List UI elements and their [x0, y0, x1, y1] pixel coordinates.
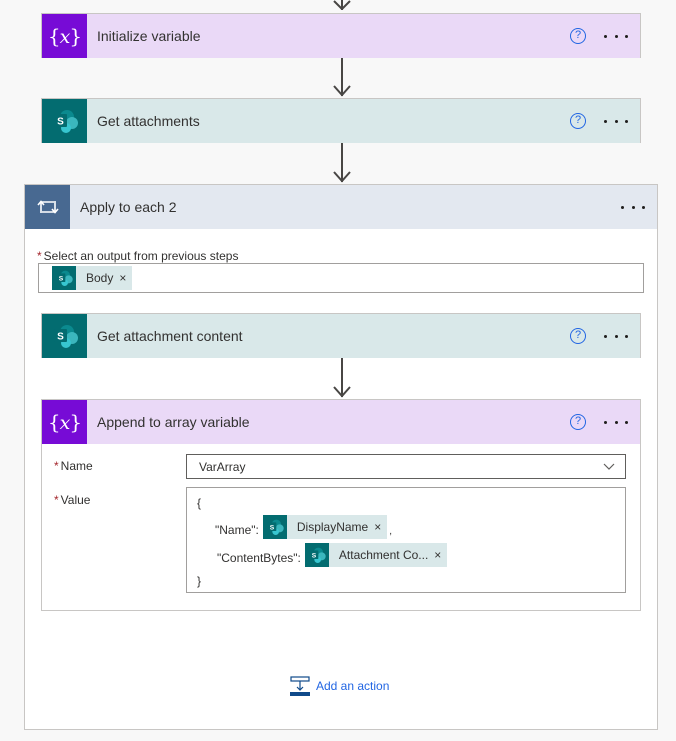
more-options-icon[interactable]: [604, 34, 628, 38]
svg-text:S: S: [57, 332, 64, 343]
append-header[interactable]: {x} Append to array variable ?: [42, 400, 640, 444]
svg-text:S: S: [270, 524, 275, 531]
value-editor[interactable]: { "Name": S DisplayName × , "ContentByte…: [186, 487, 626, 593]
required-marker: *: [54, 459, 59, 473]
sharepoint-icon: S: [52, 266, 76, 290]
step-title: Append to array variable: [97, 414, 250, 430]
svg-text:S: S: [59, 275, 64, 282]
sharepoint-icon: S: [42, 99, 87, 143]
add-an-action-label: Add an action: [316, 679, 390, 693]
token-body[interactable]: S Body ×: [52, 266, 133, 290]
select-output-label: * Select an output from previous steps: [37, 249, 238, 263]
help-icon[interactable]: ?: [570, 113, 586, 129]
token-attachment-content[interactable]: S Attachment Co... ×: [304, 543, 448, 567]
token-displayname[interactable]: S DisplayName ×: [262, 515, 388, 539]
step-title: Initialize variable: [97, 28, 201, 44]
help-icon[interactable]: ?: [570, 414, 586, 430]
more-options-icon[interactable]: [604, 420, 628, 424]
name-dropdown[interactable]: VarArray: [186, 454, 626, 479]
value-label-text: Value: [60, 493, 91, 507]
connector-arrow: [332, 358, 352, 399]
remove-token-icon[interactable]: ×: [119, 271, 132, 285]
loop-icon: [25, 185, 70, 229]
code-line-name: "Name": S DisplayName × ,: [215, 515, 392, 539]
token-label: Body: [86, 271, 114, 285]
token-label: Attachment Co...: [338, 548, 429, 562]
help-icon[interactable]: ?: [570, 328, 586, 344]
step-initialize-variable[interactable]: {x} Initialize variable ?: [41, 13, 641, 58]
step-append-to-array-variable: {x} Append to array variable ? * Name Var…: [41, 399, 641, 611]
select-output-label-text: Select an output from previous steps: [43, 249, 239, 263]
step-get-attachment-content[interactable]: S Get attachment content ?: [41, 313, 641, 358]
code-key: "ContentBytes":: [217, 550, 301, 565]
name-dropdown-value: VarArray: [199, 460, 246, 474]
required-marker: *: [37, 249, 42, 263]
remove-token-icon[interactable]: ×: [434, 548, 447, 562]
connector-arrow: [332, 143, 352, 184]
variable-icon: {x}: [42, 400, 87, 444]
connector-arrow: [332, 58, 352, 98]
code-open-brace: {: [197, 496, 202, 510]
token-label: DisplayName: [296, 520, 369, 534]
sharepoint-icon: S: [42, 314, 87, 358]
code-key: "Name":: [215, 522, 259, 537]
svg-text:S: S: [312, 552, 317, 559]
more-options-icon[interactable]: [621, 205, 645, 209]
more-options-icon[interactable]: [604, 334, 628, 338]
help-icon[interactable]: ?: [570, 28, 586, 44]
loop-title: Apply to each 2: [80, 199, 177, 215]
add-action-icon: [290, 676, 310, 696]
code-line-contentbytes: "ContentBytes": S Attachment Co... ×: [217, 543, 448, 567]
sharepoint-icon: S: [304, 543, 329, 567]
more-options-icon[interactable]: [604, 119, 628, 123]
step-get-attachments[interactable]: S Get attachments ?: [41, 98, 641, 143]
value-label: * Value: [54, 493, 90, 507]
connector-arrow: [332, 0, 352, 13]
add-an-action-button[interactable]: Add an action: [290, 676, 389, 696]
variable-icon: {x}: [42, 14, 87, 58]
select-output-field[interactable]: S Body ×: [38, 263, 644, 293]
step-title: Get attachment content: [97, 328, 243, 344]
svg-text:S: S: [57, 117, 64, 128]
chevron-down-icon: [603, 463, 615, 470]
sharepoint-icon: S: [262, 515, 287, 539]
name-label: * Name: [54, 459, 93, 473]
code-comma: ,: [389, 525, 393, 537]
step-title: Get attachments: [97, 113, 200, 129]
required-marker: *: [54, 493, 59, 507]
name-label-text: Name: [60, 459, 93, 473]
remove-token-icon[interactable]: ×: [374, 520, 387, 534]
code-close-brace: }: [197, 574, 202, 588]
apply-to-each-header[interactable]: Apply to each 2: [25, 185, 657, 229]
